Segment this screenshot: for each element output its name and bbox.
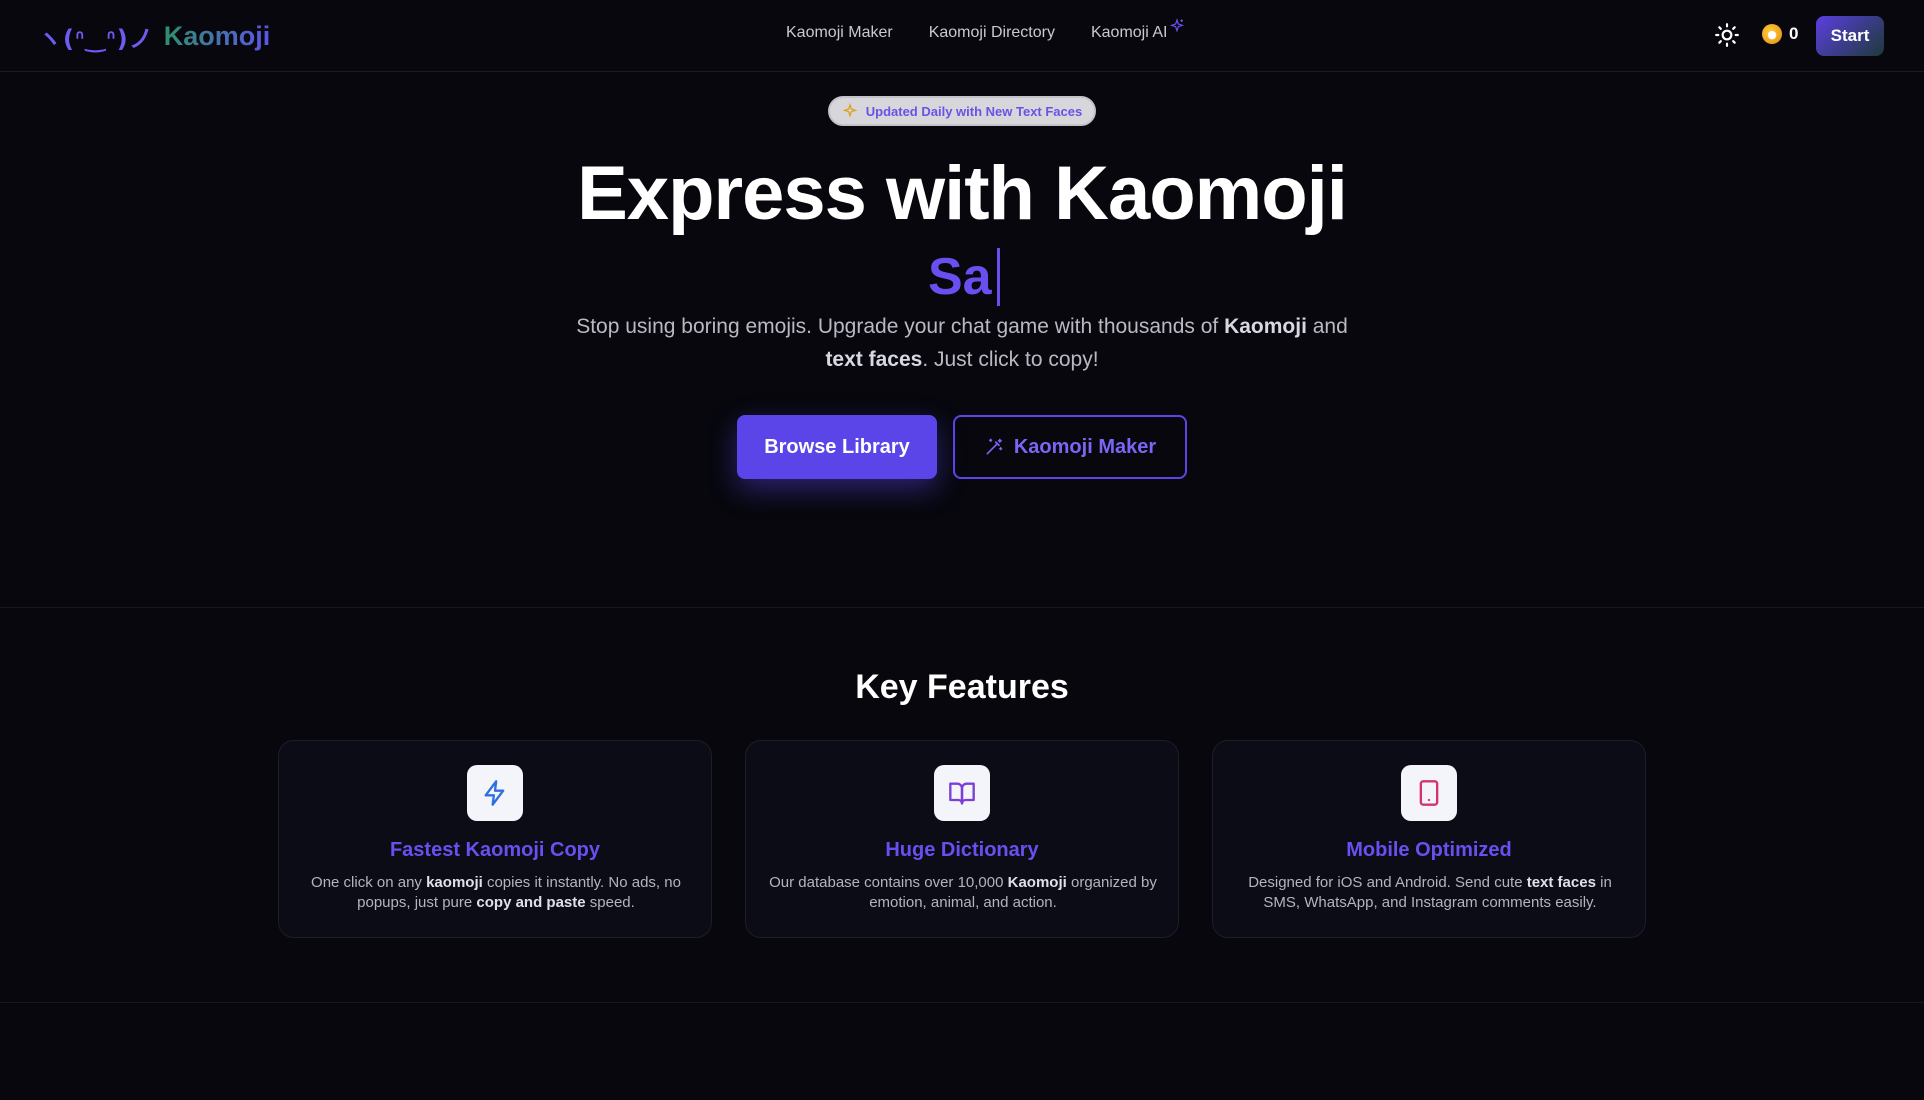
text-cursor bbox=[996, 248, 1000, 306]
card-icon-container bbox=[1401, 765, 1457, 821]
sparkles-icon bbox=[1170, 18, 1185, 33]
section-divider bbox=[0, 1002, 1924, 1003]
lightning-icon bbox=[484, 780, 505, 806]
features-title: Key Features bbox=[855, 668, 1069, 706]
hero-subtitle: Stop using boring emojis. Upgrade your c… bbox=[576, 315, 1348, 371]
card-description: One click on any kaomoji copies it insta… bbox=[311, 874, 681, 911]
feature-card-dictionary: Huge Dictionary Our database contains ov… bbox=[745, 740, 1179, 938]
coin-balance[interactable]: ● 0 bbox=[1762, 24, 1798, 44]
site-header: ヽ(ᐢ‿ᐢ)ノ Kaomoji Kaomoji Maker Kaomoji Di… bbox=[0, 0, 1924, 72]
card-title: Fastest Kaomoji Copy bbox=[389, 839, 601, 861]
tablet-icon bbox=[1419, 780, 1439, 806]
hero-title: Express with Kaomoji bbox=[577, 151, 1348, 236]
card-description: Our database contains over 10,000 Kaomoj… bbox=[769, 874, 1157, 911]
nav-kaomoji-maker[interactable]: Kaomoji Maker bbox=[786, 24, 893, 42]
coin-icon: ● bbox=[1762, 24, 1782, 44]
typed-text: Sa bbox=[928, 248, 992, 306]
kaomoji-maker-button[interactable]: Kaomoji Maker bbox=[953, 415, 1187, 479]
nav-kaomoji-ai[interactable]: Kaomoji AI bbox=[1090, 18, 1185, 42]
coin-count: 0 bbox=[1789, 24, 1799, 43]
logo-kaomoji-face: ヽ(ᐢ‿ᐢ)ノ bbox=[38, 24, 154, 53]
magic-wand-icon bbox=[986, 438, 1003, 455]
section-divider bbox=[0, 607, 1924, 608]
browse-library-button[interactable]: Browse Library bbox=[737, 415, 937, 479]
card-icon-container bbox=[467, 765, 523, 821]
logo[interactable]: ヽ(ᐢ‿ᐢ)ノ Kaomoji bbox=[38, 16, 270, 56]
badge-text: Updated Daily with New Text Faces bbox=[865, 103, 1083, 119]
sparkles-icon bbox=[842, 103, 858, 118]
logo-text: Kaomoji bbox=[163, 20, 271, 51]
nav-kaomoji-ai-label: Kaomoji AI bbox=[1090, 24, 1168, 41]
card-description: Designed for iOS and Android. Send cute … bbox=[1248, 874, 1612, 911]
updates-badge: Updated Daily with New Text Faces bbox=[828, 96, 1096, 126]
nav-kaomoji-directory[interactable]: Kaomoji Directory bbox=[929, 24, 1055, 42]
card-title: Huge Dictionary bbox=[885, 839, 1039, 861]
card-icon-container bbox=[934, 765, 990, 821]
feature-card-mobile: Mobile Optimized Designed for iOS and An… bbox=[1212, 740, 1646, 938]
typewriter-text: Sa bbox=[928, 246, 1000, 308]
sun-icon[interactable] bbox=[1714, 22, 1740, 48]
kaomoji-maker-button-label: Kaomoji Maker bbox=[1013, 435, 1157, 458]
card-title: Mobile Optimized bbox=[1346, 839, 1512, 861]
book-icon bbox=[949, 782, 975, 805]
start-button[interactable]: Start bbox=[1816, 16, 1884, 56]
feature-card-copy: Fastest Kaomoji Copy One click on any ka… bbox=[278, 740, 712, 938]
main-nav: Kaomoji Maker Kaomoji Directory Kaomoji … bbox=[786, 18, 1185, 42]
